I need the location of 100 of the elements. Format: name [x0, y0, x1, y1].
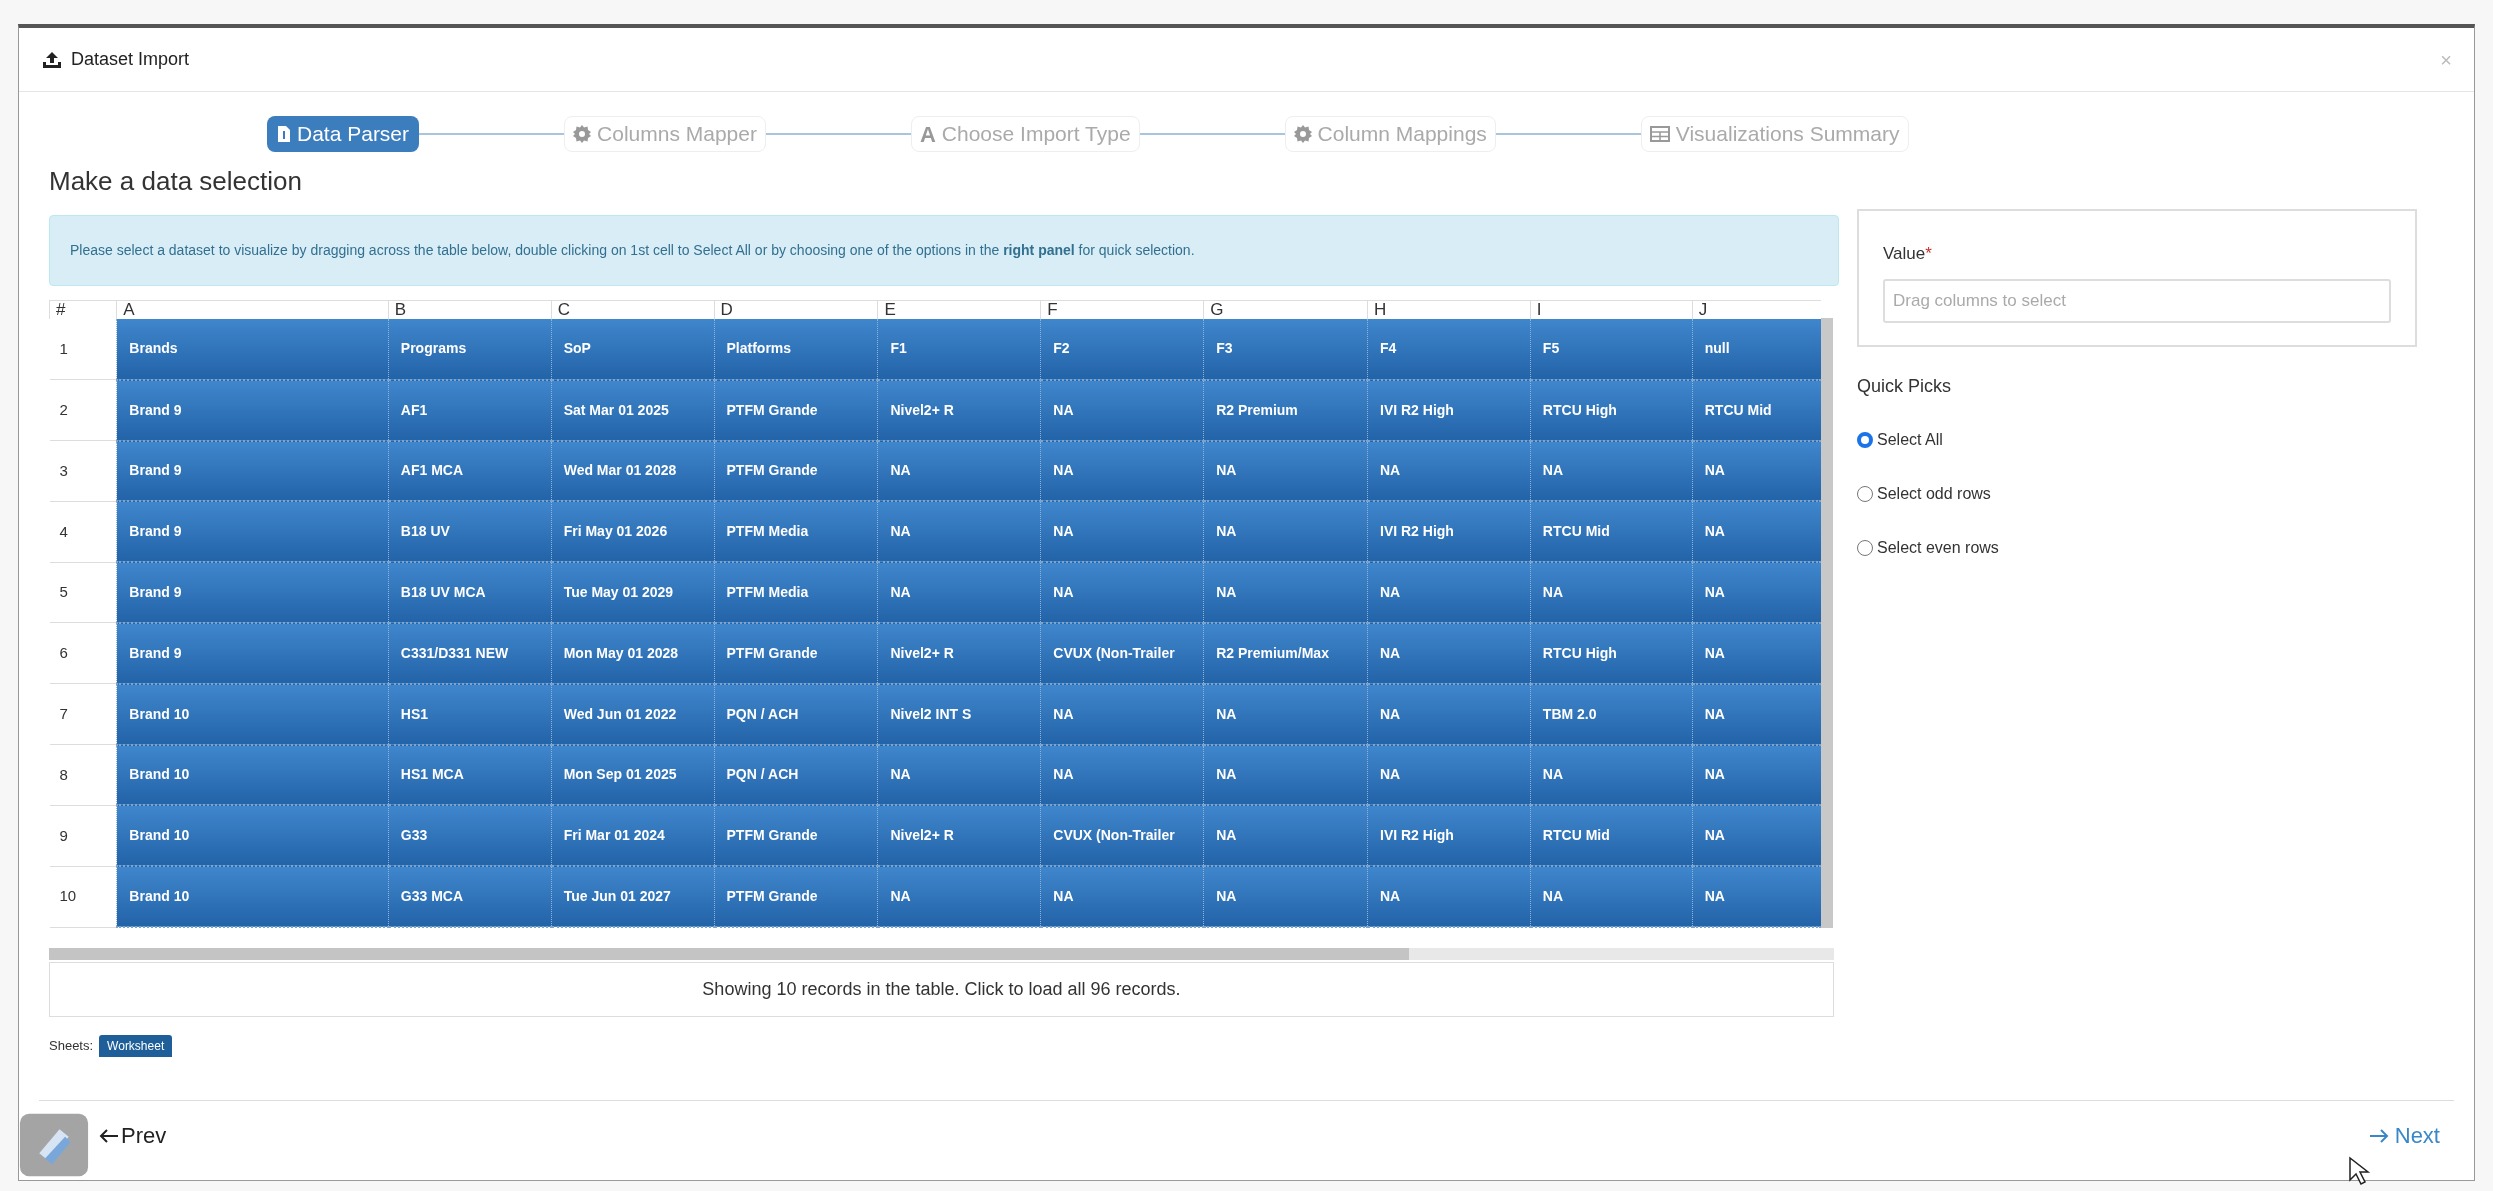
table-cell[interactable]: Tue May 01 2029: [551, 562, 715, 623]
table-cell[interactable]: Sat Mar 01 2025: [551, 379, 715, 441]
table-cell[interactable]: G33 MCA: [388, 866, 552, 927]
table-cell[interactable]: NA: [1040, 866, 1204, 927]
table-cell[interactable]: PTFM Grande: [714, 805, 878, 867]
table-cell[interactable]: NA: [1530, 866, 1693, 927]
table-cell[interactable]: RTCU High: [1530, 623, 1693, 684]
table-cell[interactable]: HS1: [388, 683, 552, 745]
table-cell[interactable]: NA: [1530, 440, 1693, 502]
table-cell[interactable]: NA: [1692, 562, 1821, 623]
table-cell[interactable]: PQN / ACH: [714, 744, 878, 806]
table-cell[interactable]: Brand 9: [116, 623, 389, 684]
table-cell[interactable]: NA: [1040, 379, 1204, 441]
table-cell[interactable]: NA: [1040, 744, 1204, 806]
table-cell[interactable]: NA: [1203, 805, 1368, 867]
table-cell[interactable]: NA: [1692, 744, 1821, 806]
table-cell[interactable]: NA: [877, 744, 1041, 806]
quick-pick-option[interactable]: Select All: [1857, 427, 2417, 452]
table-cell[interactable]: NA: [877, 501, 1041, 563]
table-cell[interactable]: RTCU Mid: [1530, 501, 1693, 563]
table-cell[interactable]: Mon May 01 2028: [551, 623, 715, 684]
table-cell[interactable]: RTCU Mid: [1530, 805, 1693, 867]
table-cell[interactable]: Wed Jun 01 2022: [551, 683, 715, 745]
table-cell[interactable]: NA: [877, 440, 1041, 502]
table-cell[interactable]: NA: [877, 562, 1041, 623]
table-cell[interactable]: NA: [1040, 683, 1204, 745]
table-cell[interactable]: null: [1692, 319, 1821, 380]
quick-pick-option[interactable]: Select even rows: [1857, 535, 2417, 560]
table-cell[interactable]: IVI R2 High: [1367, 501, 1531, 563]
table-cell[interactable]: Brand 9: [116, 440, 389, 502]
table-cell[interactable]: Mon Sep 01 2025: [551, 744, 715, 806]
load-records-button[interactable]: Showing 10 records in the table. Click to load all 96 records.: [49, 962, 1834, 1017]
table-cell[interactable]: NA: [1203, 440, 1368, 502]
table-cell[interactable]: NA: [1367, 744, 1531, 806]
table-cell[interactable]: IVI R2 High: [1367, 379, 1531, 441]
table-cell[interactable]: Brand 10: [116, 683, 389, 745]
table-cell[interactable]: Tue Jun 01 2027: [551, 866, 715, 927]
table-cell[interactable]: Nivel2+ R: [877, 805, 1041, 867]
table-cell[interactable]: NA: [1692, 440, 1821, 502]
step-tab[interactable]: A Choose Import Type: [910, 116, 1140, 152]
table-cell[interactable]: HS1 MCA: [388, 744, 552, 806]
table-cell[interactable]: PTFM Grande: [714, 623, 878, 684]
table-cell[interactable]: PQN / ACH: [714, 683, 878, 745]
table-cell[interactable]: IVI R2 High: [1367, 805, 1531, 867]
table-cell[interactable]: Fri May 01 2026: [551, 501, 715, 563]
table-cell[interactable]: CVUX (Non-Trailer: [1040, 623, 1204, 684]
table-cell[interactable]: NA: [1040, 501, 1204, 563]
table-cell[interactable]: R2 Premium/Max: [1203, 623, 1368, 684]
table-cell[interactable]: Brand 9: [116, 562, 389, 623]
table-cell[interactable]: F3: [1203, 319, 1368, 380]
vertical-scrollbar[interactable]: [1821, 318, 1833, 928]
next-button[interactable]: Next: [2368, 1119, 2440, 1152]
table-cell[interactable]: NA: [1692, 623, 1821, 684]
table-cell[interactable]: NA: [1692, 805, 1821, 867]
table-cell[interactable]: PTFM Grande: [714, 440, 878, 502]
table-cell[interactable]: Brand 10: [116, 744, 389, 806]
table-cell[interactable]: B18 UV MCA: [388, 562, 552, 623]
quick-pick-option[interactable]: Select odd rows: [1857, 481, 2417, 506]
table-cell[interactable]: PTFM Grande: [714, 866, 878, 927]
table-cell[interactable]: NA: [1203, 562, 1368, 623]
table-cell[interactable]: CVUX (Non-Trailer: [1040, 805, 1204, 867]
table-cell[interactable]: F1: [877, 319, 1041, 380]
table-cell[interactable]: Brands: [116, 319, 389, 380]
table-cell[interactable]: C331/D331 NEW: [388, 623, 552, 684]
table-cell[interactable]: NA: [1367, 623, 1531, 684]
table-cell[interactable]: Brand 9: [116, 379, 389, 441]
table-cell[interactable]: R2 Premium: [1203, 379, 1368, 441]
table-cell[interactable]: NA: [1530, 562, 1693, 623]
table-cell[interactable]: RTCU High: [1530, 379, 1693, 441]
table-cell[interactable]: TBM 2.0: [1530, 683, 1693, 745]
table-cell[interactable]: G33: [388, 805, 552, 867]
table-cell[interactable]: NA: [877, 866, 1041, 927]
table-cell[interactable]: SoP: [551, 319, 715, 380]
table-cell[interactable]: NA: [1692, 501, 1821, 563]
table-cell[interactable]: NA: [1367, 683, 1531, 745]
table-cell[interactable]: NA: [1040, 562, 1204, 623]
table-cell[interactable]: NA: [1203, 501, 1368, 563]
table-cell[interactable]: NA: [1203, 744, 1368, 806]
step-tab[interactable]: Data Parser: [267, 116, 420, 152]
table-cell[interactable]: AF1: [388, 379, 552, 441]
table-cell[interactable]: Wed Mar 01 2028: [551, 440, 715, 502]
table-cell[interactable]: NA: [1367, 440, 1531, 502]
prev-button[interactable]: Prev: [99, 1119, 167, 1152]
table-cell[interactable]: B18 UV: [388, 501, 552, 563]
table-cell[interactable]: F2: [1040, 319, 1204, 380]
table-cell[interactable]: Brand 10: [116, 866, 389, 927]
table-cell[interactable]: Programs: [388, 319, 552, 380]
table-cell[interactable]: Nivel2+ R: [877, 379, 1041, 441]
value-field[interactable]: Drag columns to select: [1883, 278, 2391, 323]
table-cell[interactable]: NA: [1367, 866, 1531, 927]
table-cell[interactable]: Fri Mar 01 2024: [551, 805, 715, 867]
table-cell[interactable]: NA: [1203, 866, 1368, 927]
table-cell[interactable]: NA: [1692, 866, 1821, 927]
sheet-tab[interactable]: Worksheet: [99, 1035, 173, 1057]
table-cell[interactable]: PTFM Grande: [714, 379, 878, 441]
table-cell[interactable]: Nivel2+ R: [877, 623, 1041, 684]
table-cell[interactable]: Nivel2 INT S: [877, 683, 1041, 745]
table-cell[interactable]: Brand 9: [116, 501, 389, 563]
table-cell[interactable]: Platforms: [714, 319, 878, 380]
table-cell[interactable]: AF1 MCA: [388, 440, 552, 502]
